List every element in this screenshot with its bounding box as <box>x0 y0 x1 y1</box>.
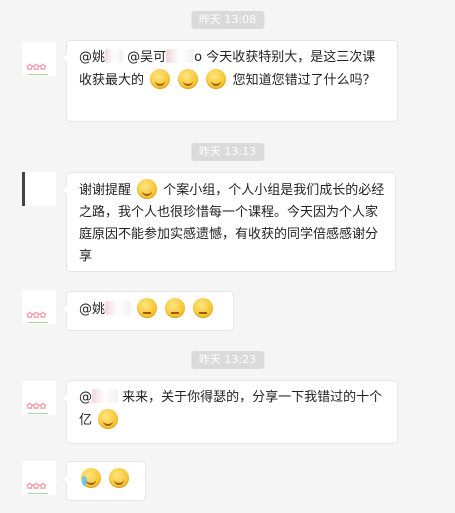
timestamp: 昨天 13:23 <box>190 351 265 369</box>
message-text: 您知道您错过了什么吗？ <box>232 73 376 88</box>
grin-emoji-icon <box>178 69 199 89</box>
message-bubble[interactable]: @姚 @吴可 o 今天收获特别大，是这三次课收获最大的 您知道您错过了什么吗？ <box>61 40 398 122</box>
mention-text: @姚 <box>79 302 106 317</box>
message-text: 谢谢提醒 <box>79 183 132 198</box>
timestamp: 昨天 13:13 <box>190 143 265 161</box>
mention-text: @吴可 <box>127 50 167 65</box>
message-bubble[interactable]: @ 来来，关于你得瑟的，分享一下我错过的十个亿 <box>61 380 398 444</box>
avatar[interactable]: ✿✿✿ <box>22 42 56 76</box>
grin-emoji-icon <box>150 69 171 89</box>
mention-text: @ <box>79 390 92 405</box>
crying-emoji-icon <box>81 468 101 488</box>
blurred-name <box>105 301 132 315</box>
message-bubble[interactable]: @姚 <box>61 291 234 331</box>
message-text: 来来，关于你得瑟的，分享一下我错过的十个亿 <box>79 390 383 428</box>
thinking-emoji-icon <box>137 298 158 318</box>
flower-icon: ✿✿✿ <box>26 63 47 73</box>
blurred-name <box>166 49 195 63</box>
avatar[interactable]: ✿✿✿ <box>22 461 56 495</box>
flower-icon: ✿✿✿ <box>26 482 47 492</box>
thinking-emoji-icon <box>165 298 186 318</box>
smile-emoji-icon <box>137 179 158 199</box>
avatar[interactable]: ✿✿✿ <box>22 290 56 324</box>
flower-icon: ✿✿✿ <box>26 311 47 321</box>
flower-icon: ✿✿✿ <box>26 402 47 412</box>
avatar[interactable] <box>22 172 56 206</box>
mention-text: @姚 <box>79 50 106 65</box>
smile-emoji-icon <box>98 409 119 429</box>
message-bubble[interactable] <box>61 461 146 501</box>
thinking-emoji-icon <box>193 298 214 318</box>
blurred-name <box>92 389 118 403</box>
grin-emoji-icon <box>206 69 227 89</box>
blurred-name <box>105 49 124 63</box>
avatar[interactable]: ✿✿✿ <box>22 381 56 415</box>
timestamp: 昨天 13:08 <box>190 11 265 29</box>
message-bubble[interactable]: 谢谢提醒 个案小组，个人小组是我们成长的必经之路，我个人也很珍惜每一个课程。今天… <box>61 172 396 272</box>
grimace-emoji-icon <box>109 468 130 488</box>
